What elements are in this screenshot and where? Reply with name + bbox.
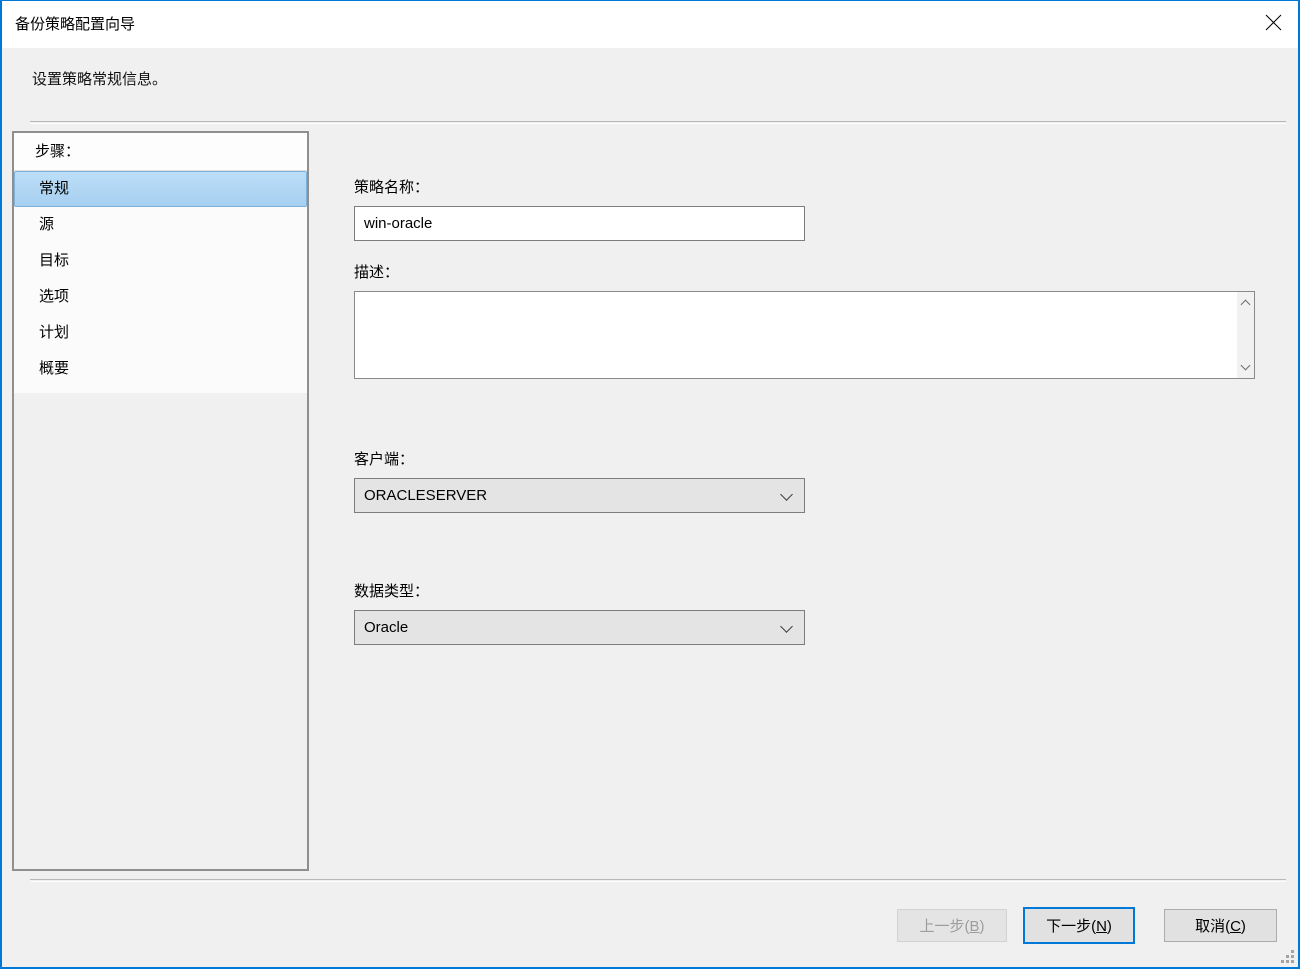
titlebar: 备份策略配置向导 xyxy=(2,1,1298,48)
policy-name-label: 策略名称： xyxy=(354,176,429,197)
description-scrollbar[interactable] xyxy=(1237,292,1254,378)
policy-name-input[interactable] xyxy=(354,206,805,241)
steps-panel: 步骤： 常规 源 目标 选项 计划 概要 xyxy=(12,131,309,871)
description-label: 描述： xyxy=(354,261,399,282)
wizard-step-description: 设置策略常规信息。 xyxy=(32,68,167,89)
window-title: 备份策略配置向导 xyxy=(15,1,135,48)
steps-header: 步骤： xyxy=(14,133,307,171)
scroll-down-icon[interactable] xyxy=(1237,359,1254,376)
sidebar-item-summary[interactable]: 概要 xyxy=(14,351,307,387)
client-dropdown[interactable]: ORACLESERVER xyxy=(354,478,805,513)
wizard-dialog: 备份策略配置向导 设置策略常规信息。 步骤： 常规 源 目标 选项 计划 概要 … xyxy=(0,0,1300,969)
client-dropdown-value: ORACLESERVER xyxy=(364,487,487,504)
data-type-dropdown-value: Oracle xyxy=(364,619,408,636)
close-button[interactable] xyxy=(1251,1,1296,47)
scroll-up-icon[interactable] xyxy=(1237,294,1254,311)
data-type-dropdown[interactable]: Oracle xyxy=(354,610,805,645)
steps-list: 步骤： 常规 源 目标 选项 计划 概要 xyxy=(14,133,307,393)
back-button[interactable]: 上一步(B) xyxy=(897,909,1007,942)
sidebar-item-schedule[interactable]: 计划 xyxy=(14,315,307,351)
chevron-down-icon xyxy=(780,620,793,633)
sidebar-item-target[interactable]: 目标 xyxy=(14,243,307,279)
next-button[interactable]: 下一步(N) xyxy=(1023,907,1135,944)
data-type-label: 数据类型： xyxy=(354,580,429,601)
cancel-button[interactable]: 取消(C) xyxy=(1164,909,1277,942)
header-separator xyxy=(30,121,1286,123)
chevron-down-icon xyxy=(780,488,793,501)
client-label: 客户端： xyxy=(354,448,414,469)
footer-separator xyxy=(30,879,1286,881)
sidebar-item-options[interactable]: 选项 xyxy=(14,279,307,315)
description-input[interactable] xyxy=(355,292,1235,378)
sidebar-item-general[interactable]: 常规 xyxy=(14,171,307,207)
close-icon xyxy=(1265,14,1282,34)
sidebar-item-source[interactable]: 源 xyxy=(14,207,307,243)
description-field xyxy=(354,291,1255,379)
resize-grip[interactable] xyxy=(1281,950,1284,953)
